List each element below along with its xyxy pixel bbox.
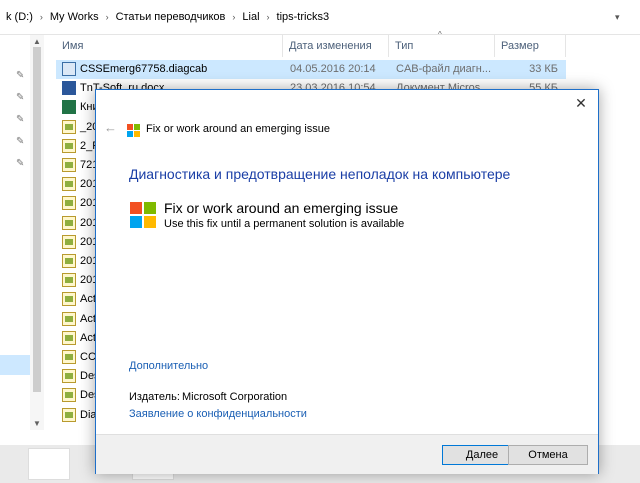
image-file-icon: [62, 369, 76, 384]
advanced-link[interactable]: Дополнительно: [129, 360, 208, 372]
address-bar[interactable]: k (D:) › My Works › Статьи переводчиков …: [0, 0, 640, 35]
scrollbar-thumb[interactable]: [33, 47, 41, 392]
breadcrumb-separator-icon: ›: [266, 12, 270, 22]
column-header-name[interactable]: Имя: [56, 35, 283, 57]
scroll-up-icon[interactable]: ▲: [33, 37, 41, 46]
image-file-icon: [62, 388, 76, 403]
pin-icon: ✎: [16, 136, 25, 147]
image-file-icon: [62, 119, 76, 134]
windows-logo-icon: [130, 202, 156, 228]
breadcrumb-articles[interactable]: Статьи переводчиков: [112, 11, 230, 23]
cab-file-icon: [62, 62, 76, 76]
file-list-header: Имя Дата изменения Тип Размер: [56, 35, 566, 57]
image-file-icon: [62, 311, 76, 326]
navigation-scrollbar[interactable]: ▲ ▼: [30, 35, 44, 430]
breadcrumb: k (D:) › My Works › Статьи переводчиков …: [0, 11, 333, 23]
breadcrumb-separator-icon: ›: [232, 12, 236, 22]
file-type: CAB-файл диагн...: [396, 63, 492, 75]
word-file-icon: [62, 81, 76, 96]
column-header-size[interactable]: Размер: [495, 35, 566, 57]
dialog-window-title: Fix or work around an emerging issue: [146, 123, 331, 135]
file-name: Act: [80, 312, 96, 325]
file-name: CSSEmerg67758.diagcab: [80, 63, 208, 75]
troubleshooter-option-description: Use this fix until a permanent solution …: [164, 218, 405, 230]
column-header-type[interactable]: Тип: [389, 35, 495, 57]
image-file-icon: [62, 330, 76, 345]
publisher-label: Издатель:: [129, 391, 180, 403]
image-file-icon: [62, 158, 76, 172]
sort-caret-icon: ^: [438, 30, 442, 39]
file-name: Act: [80, 293, 96, 306]
breadcrumb-separator-icon: ›: [105, 12, 109, 22]
pin-icon: ✎: [16, 70, 25, 81]
file-date: 04.05.2016 20:14: [290, 63, 376, 75]
pin-icon: ✎: [16, 92, 25, 103]
troubleshooter-option-title: Fix or work around an emerging issue: [164, 200, 399, 216]
dialog-footer: Далее Отмена: [96, 434, 598, 474]
image-file-icon: [62, 215, 76, 230]
windows-logo-icon: [127, 124, 140, 137]
file-row[interactable]: CSSEmerg67758.diagcab 04.05.2016 20:14 CAB…: [56, 60, 566, 79]
excel-file-icon: [62, 100, 76, 115]
close-icon[interactable]: ✕: [574, 96, 588, 110]
file-size: 33 КБ: [529, 63, 558, 75]
image-file-icon: [62, 292, 76, 307]
back-arrow-icon[interactable]: ←: [104, 121, 118, 135]
troubleshooter-dialog: ✕ ← Fix or work around an emerging issue…: [95, 89, 599, 474]
image-file-icon: [62, 407, 76, 422]
breadcrumb-separator-icon: ›: [39, 12, 43, 22]
cancel-button[interactable]: Отмена: [508, 445, 588, 465]
address-dropdown-icon[interactable]: ▾: [615, 12, 625, 22]
column-header-date[interactable]: Дата изменения: [283, 35, 389, 57]
dialog-heading: Диагностика и предотвращение неполадок н…: [129, 166, 511, 182]
privacy-statement-link[interactable]: Заявление о конфиденциальности: [129, 408, 307, 420]
publisher-value: Microsoft Corporation: [182, 391, 288, 403]
breadcrumb-lial[interactable]: Lial: [238, 11, 263, 23]
image-file-icon: [62, 177, 76, 192]
breadcrumb-tips-tricks3[interactable]: tips-tricks3: [273, 11, 334, 23]
image-file-icon: [62, 254, 76, 268]
breadcrumb-my-works[interactable]: My Works: [46, 11, 103, 23]
image-file-icon: [62, 273, 76, 288]
file-name: CC: [80, 351, 96, 363]
preview-thumbnail: [28, 448, 70, 480]
image-file-icon: [62, 138, 76, 153]
scroll-down-icon[interactable]: ▼: [33, 419, 41, 428]
pin-icon: ✎: [16, 114, 25, 125]
image-file-icon: [62, 196, 76, 211]
image-file-icon: [62, 350, 76, 364]
pin-icon: ✎: [16, 158, 25, 169]
image-file-icon: [62, 234, 76, 249]
breadcrumb-drive[interactable]: k (D:): [2, 11, 37, 23]
file-name: Act: [80, 331, 96, 344]
nav-selected-item[interactable]: [0, 355, 30, 375]
